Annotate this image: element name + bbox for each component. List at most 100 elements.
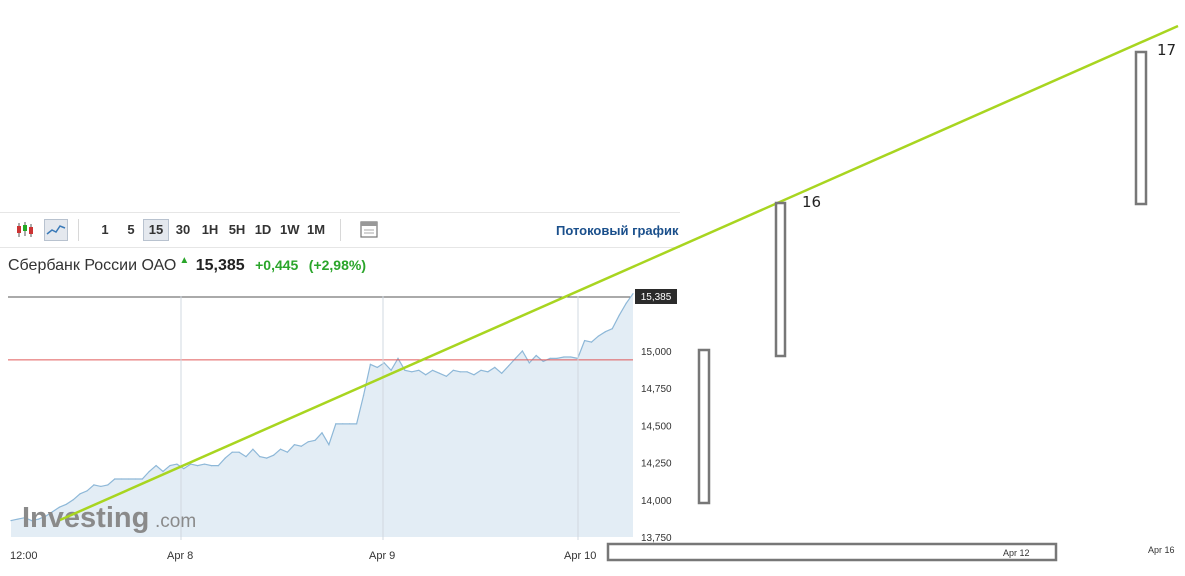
data-point — [584, 340, 586, 342]
overlay-bar — [1134, 50, 1148, 206]
overlay-time-box — [606, 542, 1058, 562]
data-point — [563, 356, 565, 358]
watermark-logo: Investing — [22, 502, 149, 534]
current-price-label: 15,385 — [641, 292, 672, 303]
data-point — [342, 423, 344, 425]
data-point — [86, 490, 88, 492]
data-point — [217, 465, 219, 467]
data-point — [625, 302, 627, 304]
data-point — [604, 331, 607, 333]
data-point — [459, 371, 461, 373]
data-point — [293, 444, 295, 446]
data-point — [273, 454, 275, 456]
data-point — [100, 485, 102, 487]
data-point — [314, 439, 316, 441]
data-point — [328, 444, 330, 446]
data-point — [93, 484, 95, 486]
overlay-bar — [774, 201, 787, 358]
data-point — [300, 445, 302, 447]
data-point — [335, 423, 337, 425]
data-point — [597, 335, 600, 337]
data-point — [224, 457, 226, 459]
y-tick-label: 15,000 — [641, 347, 672, 358]
data-point — [494, 366, 496, 368]
data-point — [445, 375, 447, 377]
data-point — [549, 357, 551, 359]
x-tick-label: Apr 8 — [167, 550, 193, 562]
data-point — [514, 357, 517, 359]
data-point — [183, 468, 185, 470]
overlay-x-tick-label: Apr 12 — [1003, 548, 1030, 558]
data-point — [17, 518, 19, 520]
data-point — [397, 357, 399, 359]
data-point — [210, 465, 212, 467]
data-point — [356, 423, 358, 425]
data-point — [362, 395, 365, 397]
data-point — [452, 369, 454, 371]
data-point — [508, 365, 510, 367]
data-point — [266, 457, 268, 459]
data-point — [252, 448, 254, 450]
data-point — [411, 371, 413, 373]
data-point — [570, 356, 572, 358]
x-tick-label: 12:00 — [10, 550, 38, 562]
data-point — [438, 372, 441, 374]
data-point — [197, 465, 199, 467]
data-point — [148, 470, 150, 473]
data-point — [590, 341, 593, 343]
data-point — [425, 374, 427, 376]
data-point — [349, 423, 351, 425]
data-point — [79, 493, 81, 495]
data-point — [259, 456, 261, 458]
data-point — [376, 366, 378, 368]
data-point — [542, 360, 544, 362]
trendline-label-17: 17 — [1157, 41, 1176, 59]
x-tick-label: Apr 9 — [369, 550, 395, 562]
watermark-suffix: .com — [155, 511, 196, 532]
data-point — [466, 371, 468, 373]
data-point — [134, 478, 136, 480]
data-point — [238, 451, 240, 453]
data-point — [404, 369, 406, 371]
data-point — [369, 363, 371, 365]
data-point — [155, 465, 157, 467]
y-axis: 15,000 14,750 14,500 14,250 14,000 13,750 — [641, 347, 672, 544]
y-tick-label: 14,000 — [641, 496, 672, 507]
data-point — [501, 372, 503, 374]
data-point — [556, 357, 558, 359]
overlay-bar — [697, 348, 711, 505]
y-tick-label: 14,500 — [641, 421, 672, 432]
price-chart: Investing .com 12:00 Apr 8 Apr 9 Apr 10 15,… — [8, 24, 1179, 562]
current-price-tag: 15,385 — [635, 289, 677, 304]
data-point — [203, 463, 206, 465]
data-point — [618, 314, 620, 316]
data-point — [141, 478, 143, 480]
data-point — [121, 478, 123, 480]
y-tick-label: 14,750 — [641, 384, 672, 395]
data-point — [535, 354, 537, 357]
y-tick-label: 14,250 — [641, 459, 672, 470]
data-point — [169, 465, 171, 467]
overlay-x-tick-label: Apr 16 — [1148, 545, 1175, 555]
data-point — [528, 362, 530, 364]
data-point — [487, 371, 489, 373]
data-point — [127, 478, 130, 480]
data-point — [307, 441, 309, 443]
data-point — [162, 470, 164, 473]
data-point — [10, 520, 12, 522]
data-point — [107, 484, 109, 486]
data-point — [383, 362, 385, 364]
data-point — [114, 478, 116, 480]
x-tick-label: Apr 10 — [564, 550, 596, 562]
data-point — [473, 374, 475, 376]
data-point — [72, 499, 74, 501]
data-point — [279, 448, 282, 450]
data-point — [432, 369, 434, 371]
data-point — [632, 293, 634, 295]
data-point — [480, 369, 482, 371]
data-point — [611, 328, 613, 330]
data-point — [231, 451, 233, 453]
data-point — [390, 369, 392, 371]
data-point — [286, 451, 288, 453]
trendline-label-16: 16 — [802, 193, 821, 211]
